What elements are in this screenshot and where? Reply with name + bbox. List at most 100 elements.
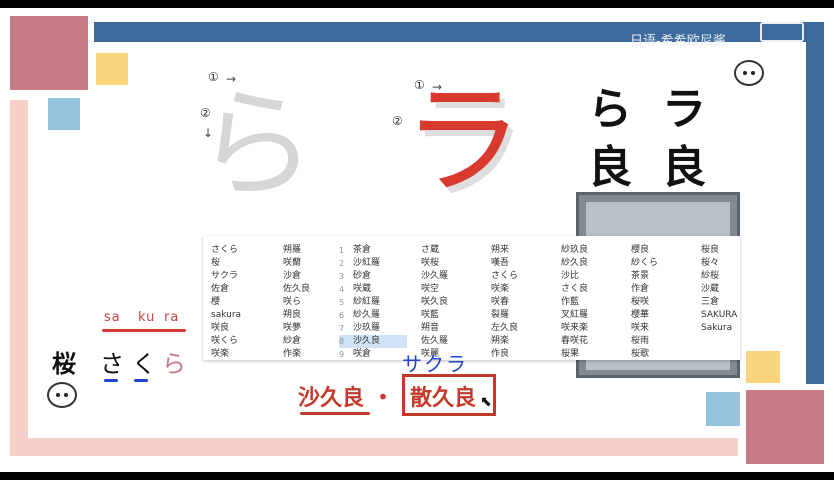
light-blue-square-left — [48, 98, 80, 130]
candidate-item[interactable]: 茶景 — [631, 270, 711, 283]
candidate-item[interactable]: さくら — [491, 270, 571, 283]
answer-separator: ・ — [372, 386, 395, 411]
candidate-number: 5 — [339, 298, 345, 307]
candidate-item[interactable]: 紗玖良 — [561, 244, 641, 257]
candidate-item[interactable]: 桜良 — [701, 244, 745, 257]
candidate-item[interactable]: 佐久羅 — [421, 335, 501, 348]
candidate-text: 紗紅羅 — [353, 297, 381, 307]
candidate-number: 9 — [339, 350, 345, 359]
candidate-item[interactable]: 朔音 — [421, 322, 501, 335]
candidate-item[interactable]: SAKURA — [701, 309, 745, 322]
romaji-ra: ra — [164, 310, 180, 325]
candidate-text: 沙久良 — [353, 336, 381, 346]
candidate-item[interactable]: 咲藍 — [421, 309, 501, 322]
candidate-item-selected[interactable]: 8 沙久良 — [339, 335, 407, 348]
candidate-item[interactable]: 作倉 — [631, 283, 711, 296]
candidate-item[interactable]: 嘆吾 — [491, 257, 571, 270]
word-kanji: 桜 — [52, 350, 76, 378]
ref-hiragana: ら — [588, 84, 632, 135]
hiragana-stroke-diagram: ら — [196, 76, 316, 215]
candidate-item[interactable]: 紗桜 — [701, 270, 745, 283]
ime-column-5: 朔来 嘆吾 さくら 咲楽 咲春 裂羅 左久良 朔楽 作良 — [491, 244, 571, 361]
word-kana-ra: ら — [162, 350, 186, 378]
candidate-item[interactable]: 9 咲倉 — [339, 348, 407, 361]
candidate-item[interactable]: 1 茶倉 — [339, 244, 407, 257]
candidate-item[interactable]: 紗久良 — [561, 257, 641, 270]
candidate-item[interactable]: 7 沙玖羅 — [339, 322, 407, 335]
candidate-item[interactable]: 佐倉 — [211, 283, 291, 296]
candidate-item[interactable]: 春咲花 — [561, 335, 641, 348]
ref-origin-kanji-2: 良 — [662, 142, 706, 193]
candidate-item[interactable]: 朔来 — [491, 244, 571, 257]
romaji-sa: sa — [104, 310, 121, 325]
candidate-item[interactable]: 3 砂倉 — [339, 270, 407, 283]
candidate-number: 4 — [339, 285, 345, 294]
candidate-item[interactable]: 咲春 — [491, 296, 571, 309]
candidate-item[interactable]: 咲来楽 — [561, 322, 641, 335]
katakana-stroke-diagram: ラ — [403, 72, 523, 211]
candidate-text: 茶倉 — [353, 245, 372, 255]
ime-column-1: さくら 桜 サクラ 佐倉 櫻 sakura 咲良 咲くら 咲楽 — [211, 244, 291, 361]
candidate-item[interactable]: 5 紗紅羅 — [339, 296, 407, 309]
candidate-item[interactable]: Sakura — [701, 322, 745, 335]
answer-option-left: 沙久良 — [298, 386, 365, 411]
candidate-item[interactable]: 桜々 — [701, 257, 745, 270]
video-site-logo — [760, 22, 804, 42]
candidate-item[interactable]: 櫻 — [211, 296, 291, 309]
candidate-item[interactable]: 紗くら — [631, 257, 711, 270]
candidate-item[interactable]: 沙久羅 — [421, 270, 501, 283]
candidate-item[interactable]: さ蔵 — [421, 244, 501, 257]
candidate-item[interactable]: sakura — [211, 309, 291, 322]
candidate-number: 6 — [339, 311, 345, 320]
candidate-item[interactable]: 咲楽 — [491, 283, 571, 296]
candidate-item[interactable]: 咲桜 — [421, 257, 501, 270]
candidate-item[interactable]: サクラ — [211, 270, 291, 283]
candidate-item[interactable]: 咲久良 — [421, 296, 501, 309]
candidate-item[interactable]: 桜咲 — [631, 296, 711, 309]
candidate-item[interactable]: さく良 — [561, 283, 641, 296]
candidate-item[interactable]: 2 沙紅羅 — [339, 257, 407, 270]
candidate-item[interactable]: 裂羅 — [491, 309, 571, 322]
word-kana-sa: さ — [100, 350, 124, 378]
candidate-item[interactable]: 咲楽 — [211, 348, 291, 361]
answer-option-right: 散久良 — [410, 386, 477, 411]
candidate-item[interactable]: 沙比 — [561, 270, 641, 283]
candidate-item[interactable]: 作良 — [491, 348, 571, 361]
candidate-item[interactable]: 三倉 — [701, 296, 745, 309]
word-kana-ku: く — [132, 350, 156, 378]
candidate-item[interactable]: 沙蔵 — [701, 283, 745, 296]
candidate-item[interactable]: 朔楽 — [491, 335, 571, 348]
rose-block-top-left — [10, 16, 88, 90]
yellow-square-top-left — [96, 53, 128, 85]
video-frame: 日语-希希欧尼酱 ① → ② ↓ ら ① → ② ラ ラ ら ラ 良 良 さくら… — [0, 8, 834, 472]
candidate-item[interactable]: 左久良 — [491, 322, 571, 335]
candidate-item[interactable]: 叉紅羅 — [561, 309, 641, 322]
mascot-icon-bottom-left — [47, 382, 77, 408]
candidate-item[interactable]: さくら — [211, 244, 291, 257]
handwritten-katakana: サクラ — [402, 352, 468, 376]
candidate-item[interactable]: 咲良 — [211, 322, 291, 335]
candidate-item[interactable]: 4 咲蔵 — [339, 283, 407, 296]
candidate-item[interactable]: 咲来 — [631, 322, 711, 335]
candidate-item[interactable]: 桜 — [211, 257, 291, 270]
candidate-number: 2 — [339, 259, 345, 268]
candidate-item[interactable]: 作藍 — [561, 296, 641, 309]
candidate-text: 咲蔵 — [353, 284, 372, 294]
pink-left-bar — [10, 100, 28, 438]
rose-block-bottom-right — [746, 390, 824, 464]
candidate-item[interactable]: 6 紗久羅 — [339, 309, 407, 322]
mouse-cursor-icon: ⬉ — [480, 394, 492, 410]
candidate-item[interactable]: 桜雨 — [631, 335, 711, 348]
romaji-ku: ku — [138, 310, 156, 325]
light-blue-square-bottom-right — [706, 392, 740, 426]
candidate-item[interactable]: 櫻良 — [631, 244, 711, 257]
candidate-item[interactable]: 桜果 — [561, 348, 641, 361]
candidate-item[interactable]: 桜歌 — [631, 348, 711, 361]
candidate-item[interactable]: 咲空 — [421, 283, 501, 296]
ime-column-7: 櫻良 紗くら 茶景 作倉 桜咲 櫻華 咲来 桜雨 桜歌 — [631, 244, 711, 361]
candidate-item[interactable]: 櫻華 — [631, 309, 711, 322]
blue-mark-1 — [104, 379, 118, 382]
ref-origin-kanji-1: 良 — [588, 142, 632, 193]
ref-katakana: ラ — [662, 84, 706, 135]
candidate-item[interactable]: 咲くら — [211, 335, 291, 348]
